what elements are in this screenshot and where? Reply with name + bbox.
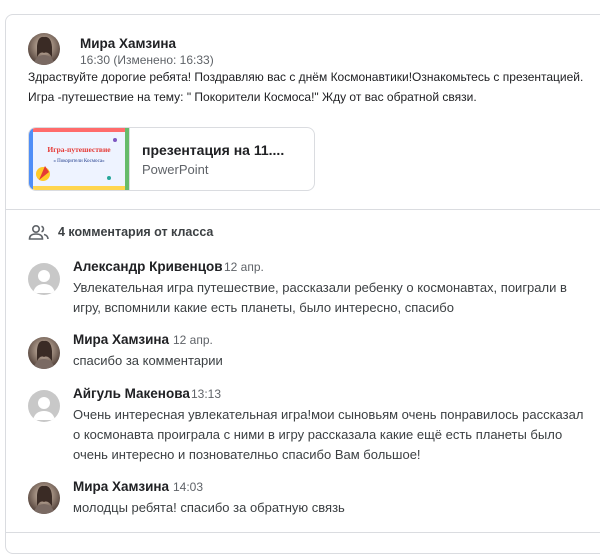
stream-post-card: Мира Хамзина 16:30 (Изменено: 16:33) Здр… [5, 14, 600, 554]
comment-time: 14:03 [173, 480, 204, 494]
announcement-post: Мира Хамзина 16:30 (Изменено: 16:33) Здр… [6, 15, 600, 209]
attachment-card[interactable]: Игра-путешествие « Покорители Космоса» п… [28, 127, 315, 191]
thumb-subtitle: « Покорители Космоса» [53, 159, 105, 164]
attachment-type: PowerPoint [142, 162, 209, 177]
comment-line: о космонавта проиграла с ними в игру рас… [73, 427, 563, 442]
comment-text: молодцы ребята! спасибо за обратную связ… [73, 498, 345, 518]
comment-line: молодцы ребята! спасибо за обратную связ… [73, 500, 345, 515]
default-person-icon [33, 397, 55, 420]
slide-thumbnail-icon: Игра-путешествие « Покорители Космоса» [29, 128, 129, 190]
comment-author-name: Айгуль Макенова [73, 386, 190, 401]
commenter-avatar[interactable] [28, 337, 60, 369]
post-timestamp: 16:30 (Изменено: 16:33) [80, 53, 214, 67]
commenter-avatar[interactable] [28, 263, 60, 295]
comment-time: 12 апр. [224, 260, 264, 274]
comment-time: 13:13 [191, 387, 222, 401]
comment-line: спасибо за комментарии [73, 353, 223, 368]
comment-line: игру, вспомнили какие есть планеты, было… [73, 300, 454, 315]
thumb-title: Игра-путешествие [47, 145, 111, 154]
comment-line: Увлекательная игра путешествие, рассказа… [73, 280, 567, 295]
default-person-icon [33, 270, 55, 293]
attachment-title: презентация на 11.... [142, 142, 285, 158]
comments-count-label: 4 комментария от класса [58, 225, 214, 239]
comment-text: спасибо за комментарии [73, 351, 223, 371]
post-author-name: Мира Хамзина [80, 36, 177, 51]
comment-author-name: Мира Хамзина [73, 479, 170, 494]
comment-text: Увлекательная игра путешествие, рассказа… [73, 278, 567, 318]
post-body-line: Здраствуйте дорогие ребята! Поздравляю в… [28, 70, 584, 84]
person-photo-icon [33, 340, 55, 369]
commenter-avatar[interactable] [28, 390, 60, 422]
commenter-avatar[interactable] [28, 482, 60, 514]
comment-time: 12 апр. [173, 333, 213, 347]
post-body: Здраствуйте дорогие ребята! Поздравляю в… [28, 67, 583, 107]
comment-author-name: Александр Кривенцов [73, 259, 223, 274]
comment-line: очень интересно и познователньо спасибо … [73, 447, 421, 462]
person-photo-icon [33, 485, 55, 514]
comment-author-name: Мира Хамзина [73, 332, 170, 347]
people-icon [28, 224, 49, 240]
comment-text: Очень интересная увлекательная игра!мои … [73, 405, 583, 465]
post-body-line: Игра -путешествие на тему: " Покорители … [28, 90, 477, 104]
section-divider [6, 209, 600, 210]
author-avatar[interactable] [28, 33, 60, 65]
comment-line: Очень интересная увлекательная игра!мои … [73, 407, 584, 422]
attachment-thumbnail: Игра-путешествие « Покорители Космоса» [29, 128, 130, 190]
section-divider [6, 532, 600, 533]
person-photo-icon [33, 36, 55, 65]
